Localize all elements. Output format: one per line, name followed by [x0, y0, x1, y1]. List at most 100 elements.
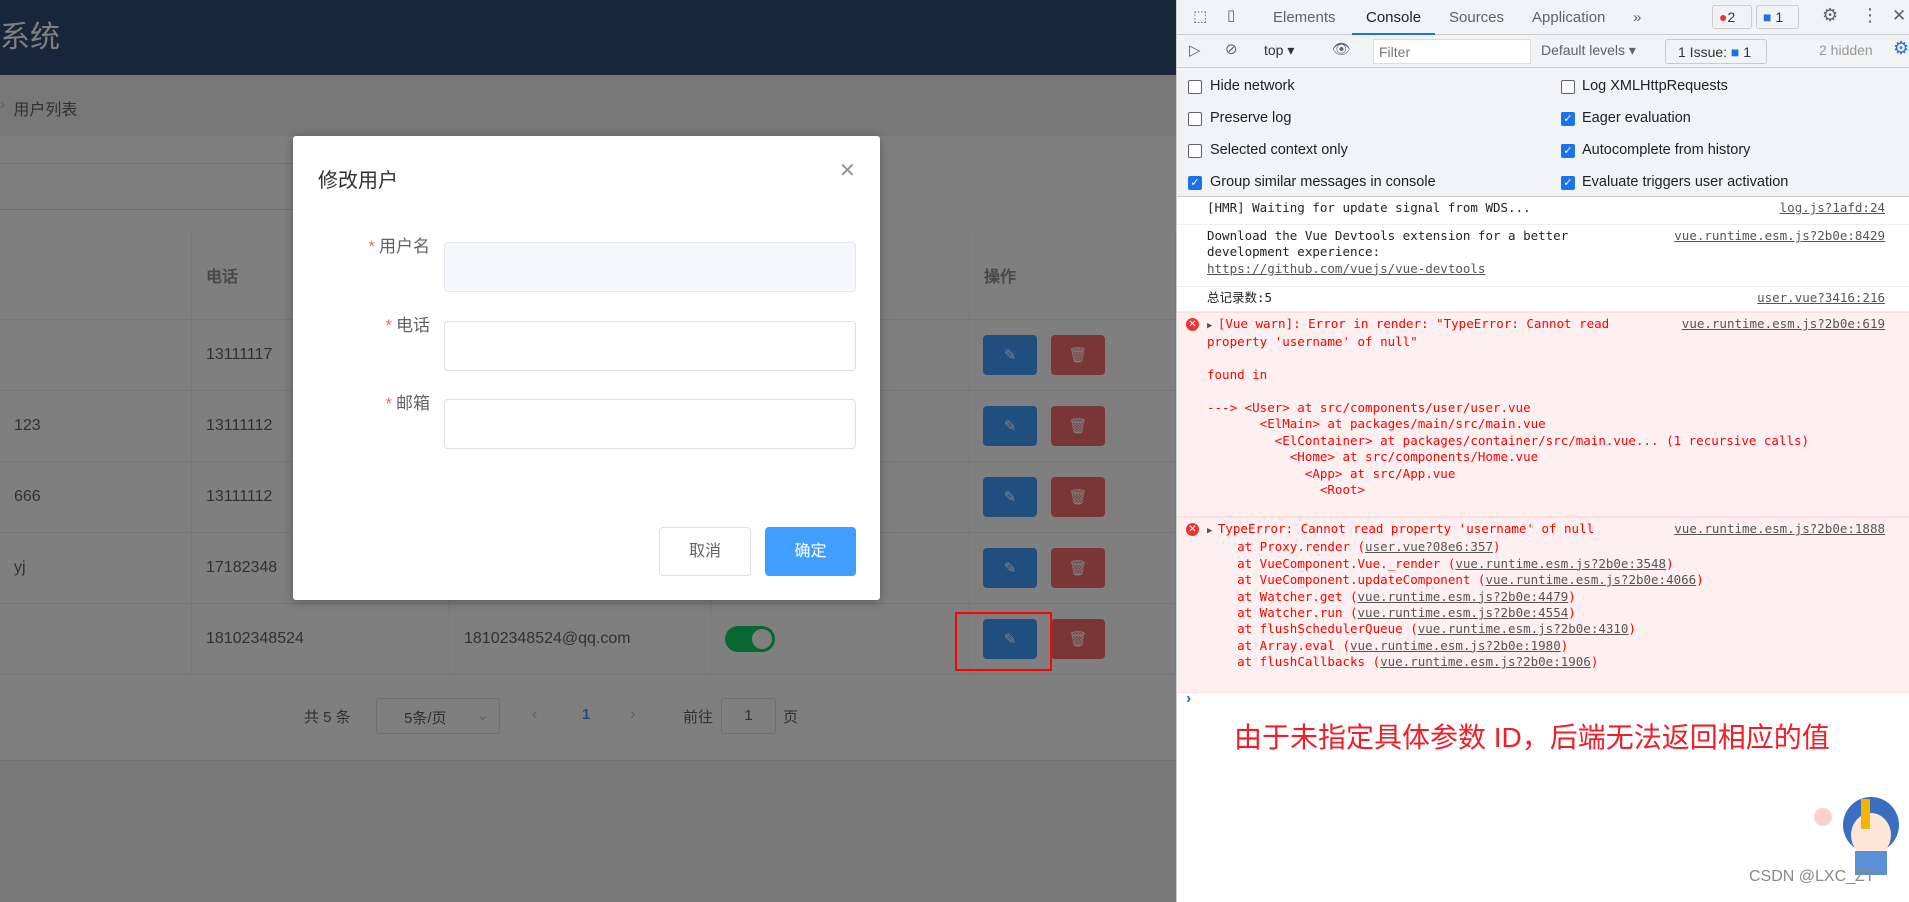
message-icon: ■: [1763, 9, 1772, 25]
inspect-element-icon[interactable]: ⬚: [1193, 7, 1207, 25]
stack-frame-link[interactable]: user.vue?08e6:357: [1365, 539, 1493, 554]
checkbox[interactable]: [1561, 80, 1575, 94]
console-error-message: ✕ ▶ TypeError: Cannot read property 'user…: [1177, 517, 1909, 693]
stack-frame-text: at flushCallbacks (: [1237, 654, 1381, 670]
cancel-button[interactable]: 取消: [659, 527, 751, 576]
username-input[interactable]: [444, 242, 856, 292]
live-expression-eye-icon[interactable]: 👁: [1332, 40, 1351, 58]
web-app: 系统 ›用户列表 共 5 条 5条/页⌄ ‹ 1 › 前往 1 页 电话操作13…: [0, 0, 1176, 902]
stack-frame-text: at Watcher.run (: [1237, 605, 1358, 621]
filter-input[interactable]: Filter: [1373, 39, 1531, 64]
more-tabs-button[interactable]: »: [1633, 0, 1641, 35]
sidebar-toggle-icon[interactable]: ▷: [1189, 41, 1201, 59]
close-devtools-icon[interactable]: ✕: [1892, 6, 1906, 26]
stack-frame-link[interactable]: vue.runtime.esm.js?2b0e:4554: [1358, 605, 1569, 620]
error-text: [Vue warn]: Error in render: "TypeError:…: [1207, 316, 1810, 498]
message-text: 总记录数:5: [1207, 290, 1273, 305]
checkbox-label: Log XMLHttpRequests: [1582, 78, 1728, 94]
checkbox[interactable]: ✓: [1561, 176, 1575, 190]
checkbox-label: Group similar messages in console: [1210, 174, 1436, 190]
issues-count: 1: [1743, 44, 1752, 60]
settings-gear-icon[interactable]: ⚙: [1822, 5, 1838, 26]
stack-frame-link[interactable]: vue.runtime.esm.js?2b0e:1980: [1350, 638, 1561, 653]
context-value: top: [1264, 42, 1284, 58]
error-icon: ✕: [1186, 318, 1199, 331]
checkbox[interactable]: [1188, 112, 1202, 126]
close-icon[interactable]: ✕: [839, 158, 856, 183]
stack-frame-link[interactable]: vue.runtime.esm.js?2b0e:1906: [1380, 654, 1591, 669]
more-options-icon[interactable]: ⋮: [1861, 5, 1879, 26]
phone-label: * 电话: [385, 316, 430, 335]
checkbox[interactable]: ✓: [1188, 176, 1202, 190]
message-count-badge[interactable]: ■ 1: [1756, 5, 1799, 29]
checkbox[interactable]: ✓: [1561, 112, 1575, 126]
message-text: [HMR] Waiting for update signal from WDS…: [1207, 200, 1531, 215]
stack-frame-link[interactable]: vue.runtime.esm.js?2b0e:4479: [1358, 589, 1569, 604]
checkbox[interactable]: [1188, 144, 1202, 158]
checkbox-label: Evaluate triggers user activation: [1582, 174, 1789, 190]
expand-triangle-icon[interactable]: ▶: [1207, 321, 1218, 331]
annotation-text: 由于未指定具体参数 ID，后端无法返回相应的值: [1234, 722, 1830, 753]
username-label: * 用户名: [368, 237, 430, 256]
stack-frame-text: at Proxy.render (: [1237, 539, 1366, 555]
checkbox-label: Preserve log: [1210, 110, 1292, 126]
console-settings: Hide network Preserve log Selected context…: [1177, 68, 1909, 197]
stack-frame-text: at VueComponent.updateComponent (: [1237, 572, 1486, 588]
confirm-button[interactable]: 确定: [765, 527, 856, 576]
stack-frame-link[interactable]: vue.runtime.esm.js?2b0e:3548: [1455, 556, 1666, 571]
error-count: 2: [1727, 9, 1736, 25]
console-log-message: Download the Vue Devtools extension for …: [1177, 225, 1909, 287]
error-text: TypeError: Cannot read property 'usernam…: [1217, 521, 1595, 536]
console-prompt[interactable]: ›: [1186, 690, 1191, 708]
issue-icon: ■: [1730, 44, 1740, 60]
console-error-message: ✕ ▶ [Vue warn]: Error in render: "TypeErr…: [1177, 312, 1909, 517]
message-count: 1: [1775, 9, 1784, 25]
annotation-highlight-box: [955, 612, 1052, 671]
stack-frame-text: at VueComponent.Vue._render (: [1237, 555, 1456, 571]
levels-value: Default levels: [1541, 42, 1626, 58]
tab-elements[interactable]: Elements: [1273, 0, 1336, 35]
checkbox[interactable]: ✓: [1561, 144, 1575, 158]
console-log-message: [HMR] Waiting for update signal from WDS…: [1177, 197, 1909, 225]
phone-input[interactable]: [444, 321, 856, 371]
tab-sources[interactable]: Sources: [1449, 0, 1504, 35]
device-toolbar-icon[interactable]: ▯: [1227, 6, 1235, 24]
stack-frame-link[interactable]: vue.runtime.esm.js?2b0e:4310: [1418, 621, 1629, 636]
console-log-message: 总记录数:5 user.vue?3416:216: [1177, 287, 1909, 312]
checkbox-label: Eager evaluation: [1582, 110, 1691, 126]
issues-button[interactable]: 1 Issue: ■ 1: [1665, 39, 1767, 64]
console-toolbar: ▷ ⊘ top ▾ 👁 Filter Default levels ▾ 1 Is…: [1177, 35, 1909, 68]
message-source-link[interactable]: vue.runtime.esm.js?2b0e:619: [1682, 316, 1885, 332]
edit-user-dialog: 修改用户 ✕ * 用户名 * 电话 * 邮箱 取消 确定: [293, 136, 880, 600]
email-input[interactable]: [444, 399, 856, 449]
expand-triangle-icon[interactable]: ▶: [1207, 526, 1218, 536]
email-label: * 邮箱: [385, 394, 430, 413]
stack-frame-text: at Array.eval (: [1237, 637, 1350, 653]
devtools-panel: ⬚ ▯ Elements Console Sources Application…: [1176, 0, 1909, 902]
error-icon: ✕: [1186, 523, 1199, 536]
message-link[interactable]: https://github.com/vuejs/vue-devtools: [1207, 261, 1485, 276]
clear-console-icon[interactable]: ⊘: [1225, 40, 1238, 58]
devtools-tabbar: ⬚ ▯ Elements Console Sources Application…: [1177, 0, 1909, 35]
issues-label: 1 Issue:: [1678, 44, 1728, 60]
hidden-count: 2 hidden: [1819, 42, 1873, 58]
checkbox-label: Autocomplete from history: [1582, 142, 1751, 158]
checkbox[interactable]: [1188, 80, 1202, 94]
stack-frame-text: at Watcher.get (: [1237, 588, 1358, 604]
stack-frame-text: at flushSchedulerQueue (: [1237, 621, 1418, 637]
stack-frame-link[interactable]: vue.runtime.esm.js?2b0e:4066: [1485, 572, 1696, 587]
context-select[interactable]: top ▾: [1264, 42, 1294, 59]
error-count-badge[interactable]: ●2: [1712, 5, 1752, 29]
message-source-link[interactable]: user.vue?3416:216: [1757, 290, 1885, 306]
message-source-link[interactable]: vue.runtime.esm.js?2b0e:8429: [1674, 228, 1885, 244]
message-source-link[interactable]: log.js?1afd:24: [1780, 200, 1885, 216]
dialog-title: 修改用户: [318, 170, 398, 192]
mascot-sticker: [1809, 785, 1899, 875]
tab-application[interactable]: Application: [1532, 0, 1605, 35]
console-settings-gear-icon[interactable]: ⚙: [1893, 38, 1909, 59]
checkbox-label: Hide network: [1210, 78, 1295, 94]
csdn-watermark: CSDN @LXC_ZT: [1749, 868, 1875, 885]
message-source-link[interactable]: vue.runtime.esm.js?2b0e:1888: [1674, 521, 1885, 537]
tab-console[interactable]: Console: [1352, 0, 1436, 35]
log-levels-select[interactable]: Default levels ▾: [1541, 42, 1636, 59]
